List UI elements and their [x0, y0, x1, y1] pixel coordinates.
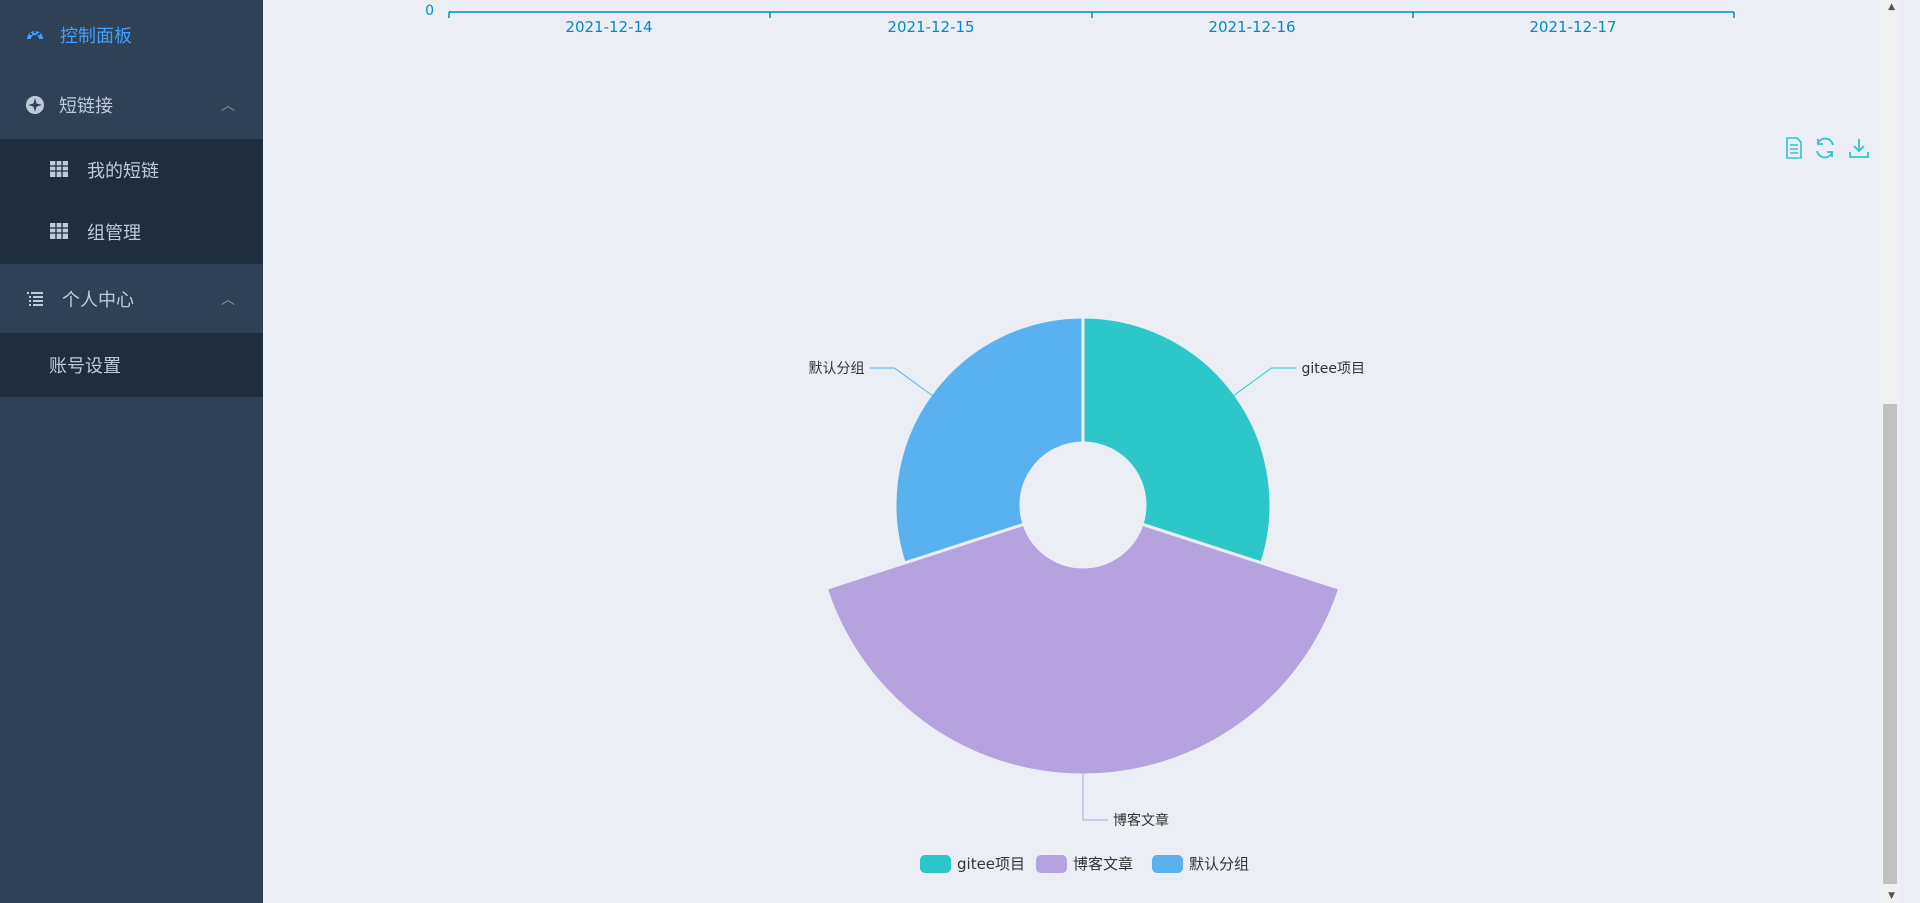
sidebar-item-group-manage[interactable]: 组管理 — [0, 201, 263, 263]
pie-slice-default[interactable] — [893, 315, 1085, 565]
pie-slice-label: gitee项目 — [1302, 361, 1366, 377]
main-content: 0 2021-12-14 2021-12-15 2021-12-16 2021-… — [263, 0, 1900, 903]
chevron-up-icon: ︿ — [221, 292, 235, 308]
submenu-profile: 账号设置 — [0, 333, 263, 397]
table-icon — [49, 222, 69, 242]
sidebar-item-label: 个人中心 — [62, 290, 134, 311]
sidebar-item-shortlink[interactable]: 短链接 ︿ — [0, 71, 263, 139]
sidebar-item-label: 组管理 — [87, 223, 141, 244]
chevron-up-icon: ︿ — [221, 98, 235, 114]
dashboard-icon — [25, 25, 45, 45]
legend-swatch — [1152, 855, 1183, 873]
sidebar-item-profile[interactable]: 个人中心 ︿ — [0, 265, 263, 333]
legend-item[interactable]: 博客文章 — [1036, 855, 1133, 873]
table-icon — [49, 160, 69, 180]
pie-slice-label: 默认分组 — [808, 361, 864, 377]
legend-swatch — [920, 855, 951, 873]
scroll-up-arrow[interactable]: ▲ — [1888, 2, 1895, 12]
link-icon — [25, 95, 45, 115]
legend-label: gitee项目 — [957, 855, 1025, 873]
legend-swatch — [1036, 855, 1067, 873]
sidebar-item-label: 控制面板 — [60, 26, 132, 47]
list-icon — [25, 289, 45, 309]
submenu-shortlink: 我的短链 组管理 — [0, 139, 263, 264]
pie-slice-label: 博客文章 — [1113, 812, 1169, 829]
legend-item[interactable]: gitee项目 — [920, 855, 1025, 873]
legend-item[interactable]: 默认分组 — [1152, 855, 1249, 873]
pie-slice-gitee[interactable] — [1081, 315, 1273, 565]
sidebar-item-my-links[interactable]: 我的短链 — [0, 139, 263, 201]
scroll-down-arrow[interactable]: ▼ — [1888, 891, 1895, 901]
legend-label: 博客文章 — [1073, 855, 1133, 873]
scrollbar-thumb[interactable] — [1883, 404, 1897, 884]
pie-chart: gitee项目博客文章默认分组 gitee项目 博客文章 默认分组 — [808, 315, 1366, 873]
sidebar-item-label: 我的短链 — [87, 161, 159, 182]
sidebar: 控制面板 短链接 ︿ 我的短链 组管理 个人中心 ︿ 账号设置 — [0, 0, 263, 903]
sidebar-item-account-settings[interactable]: 账号设置 — [0, 334, 263, 396]
sidebar-item-label: 短链接 — [59, 96, 113, 117]
sidebar-item-dashboard[interactable]: 控制面板 — [0, 1, 263, 69]
sidebar-item-label: 账号设置 — [49, 356, 121, 377]
scrollbar[interactable]: ▲ ▼ — [1880, 0, 1900, 903]
legend-label: 默认分组 — [1189, 855, 1249, 873]
